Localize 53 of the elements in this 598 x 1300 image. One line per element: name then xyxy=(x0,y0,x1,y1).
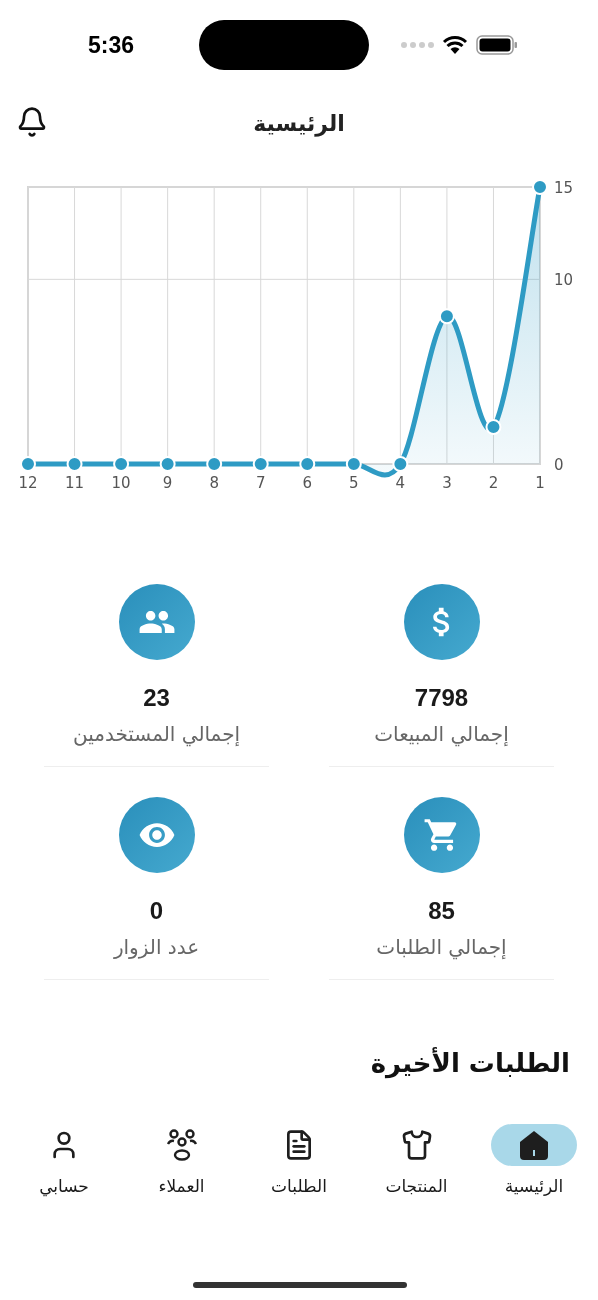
data-point xyxy=(345,456,362,472)
y-axis-label: 10 xyxy=(554,271,574,290)
tab-bar-item[interactable]: حسابي xyxy=(18,1124,110,1196)
data-point xyxy=(392,456,409,472)
tab-label: حسابي xyxy=(39,1176,89,1196)
data-point xyxy=(299,456,316,472)
x-axis-label: 10 xyxy=(111,474,131,492)
tab-bar-item[interactable]: العملاء xyxy=(135,1124,228,1196)
stat-value: 23 xyxy=(143,684,170,712)
stat-label: إجمالي الطلبات xyxy=(376,935,507,959)
stat-label: إجمالي المستخدمين xyxy=(72,722,241,746)
y-axis-label: 0 xyxy=(554,456,564,474)
tab-label: الرئيسية xyxy=(504,1176,564,1196)
x-axis-label: 6 xyxy=(302,474,313,492)
section-title: الطلبات الأخيرة xyxy=(370,1048,570,1078)
x-axis-label: 4 xyxy=(395,474,406,492)
x-axis-label: 5 xyxy=(349,474,359,492)
x-axis-label: 2 xyxy=(488,474,499,492)
stat-label: عدد الزوار xyxy=(113,935,200,959)
data-point xyxy=(113,456,130,472)
shirt-icon xyxy=(400,1129,433,1161)
tab-bar-item[interactable]: المنتجات xyxy=(370,1124,463,1196)
data-point xyxy=(532,179,548,195)
x-axis-label: 3 xyxy=(442,474,452,492)
status-time: 5:36 xyxy=(88,31,135,59)
tab-label: الطلبات xyxy=(271,1176,327,1196)
x-axis-label: 9 xyxy=(162,474,173,492)
data-point xyxy=(485,419,502,436)
stat-value: 85 xyxy=(428,897,455,925)
data-point xyxy=(159,456,176,472)
tab-label: العملاء xyxy=(158,1176,205,1196)
tab-bar-item[interactable]: الرئيسية xyxy=(488,1124,580,1196)
x-axis-label: 11 xyxy=(65,474,85,492)
stat-value: 0 xyxy=(149,897,164,925)
x-axis-label: 12 xyxy=(18,474,38,492)
stat-value: 7798 xyxy=(414,684,469,712)
data-point xyxy=(438,308,455,325)
notification-bell-icon[interactable] xyxy=(16,106,48,138)
x-axis-label: 1 xyxy=(535,474,545,492)
data-point xyxy=(20,456,36,472)
data-point xyxy=(206,456,223,472)
tab-bar-item[interactable]: الطلبات xyxy=(253,1124,345,1196)
wifi-icon xyxy=(442,35,468,55)
signal-icon xyxy=(400,41,434,49)
stat-label: إجمالي المبيعات xyxy=(374,722,509,746)
battery-icon xyxy=(476,35,518,55)
page-title: الرئيسية xyxy=(253,110,345,136)
y-axis-label: 15 xyxy=(554,179,574,197)
data-point xyxy=(252,456,269,472)
tab-label: المنتجات xyxy=(385,1176,448,1196)
data-point xyxy=(66,456,83,472)
x-axis-label: 8 xyxy=(209,474,219,492)
x-axis-label: 7 xyxy=(255,474,266,492)
